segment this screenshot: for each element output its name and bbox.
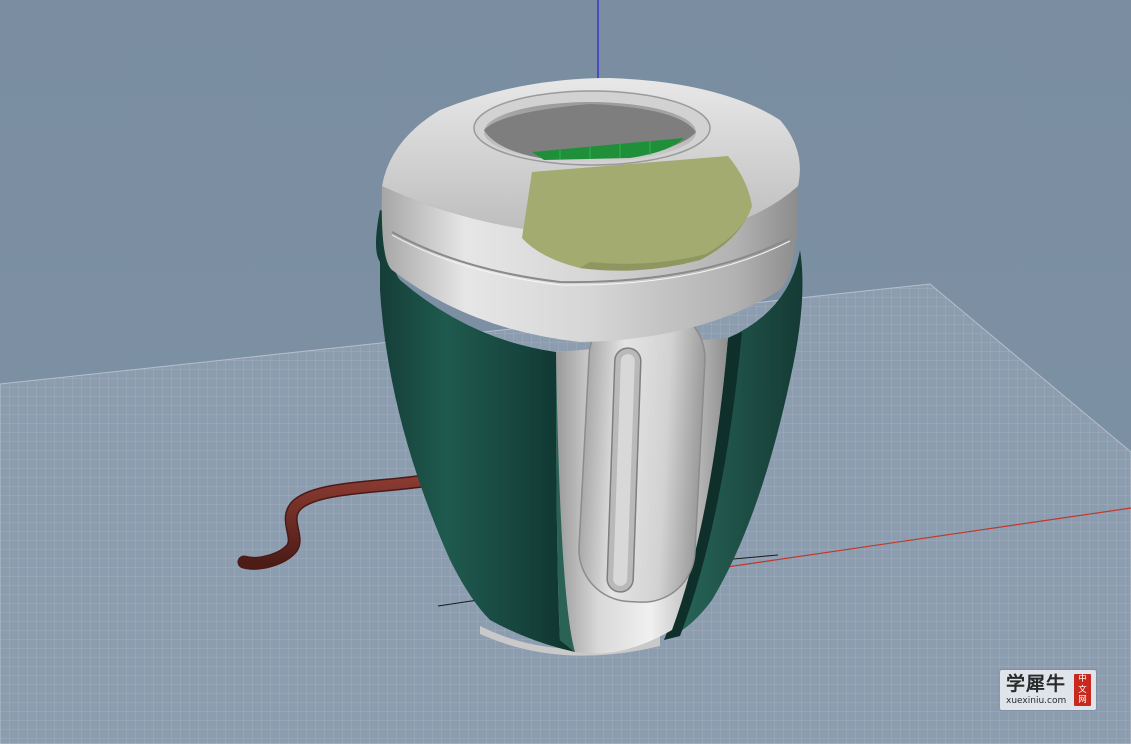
seal-char-3: 网 bbox=[1078, 695, 1087, 705]
side-handle[interactable] bbox=[576, 303, 707, 605]
watermark-badge: 学犀牛 xuexiniu.com 中 文 网 bbox=[1000, 670, 1096, 710]
watermark-chinese: 学犀牛 bbox=[1006, 673, 1067, 695]
seal-char-1: 中 bbox=[1078, 674, 1087, 684]
watermark-seal: 中 文 网 bbox=[1074, 674, 1091, 706]
3d-viewport[interactable] bbox=[0, 0, 1131, 744]
handle-outer bbox=[578, 305, 706, 603]
seal-char-2: 文 bbox=[1078, 684, 1087, 695]
watermark-url: xuexiniu.com bbox=[1006, 696, 1067, 706]
